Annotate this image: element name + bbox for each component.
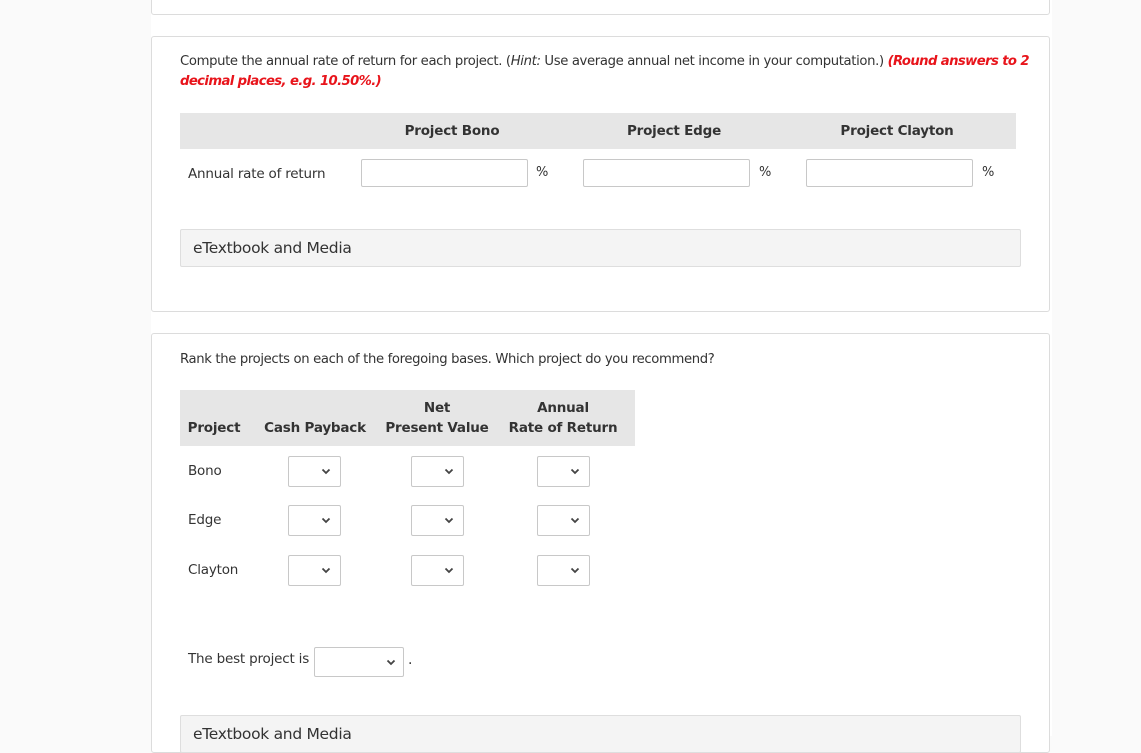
etextbook-media-label: eTextbook and Media <box>193 239 352 257</box>
clayton-rate-input[interactable] <box>806 159 973 187</box>
bono-cash-payback-select[interactable] <box>288 456 341 487</box>
chevron-down-icon <box>321 567 331 574</box>
bono-arr-select[interactable] <box>537 456 590 487</box>
hint-label: Hint: <box>510 54 541 69</box>
edge-arr-select[interactable] <box>537 505 590 536</box>
header-cash-payback: Cash Payback <box>264 420 366 436</box>
previous-question-card <box>151 0 1050 15</box>
row-label-edge: Edge <box>188 512 222 528</box>
hint-text: Use average annual net income in your co… <box>540 54 888 69</box>
bono-npv-select[interactable] <box>411 456 464 487</box>
edge-cash-payback-select[interactable] <box>288 505 341 536</box>
chevron-down-icon <box>321 517 331 524</box>
chevron-down-icon <box>386 659 396 666</box>
best-project-label: The best project is <box>188 651 310 667</box>
etextbook-media-label-2: eTextbook and Media <box>193 725 352 743</box>
prompt-text: Compute the annual rate of return for ea… <box>180 54 511 69</box>
annual-rate-prompt: Compute the annual rate of return for ea… <box>180 52 1030 92</box>
edge-npv-select[interactable] <box>411 505 464 536</box>
row-label-bono: Bono <box>188 463 222 479</box>
chevron-down-icon <box>444 567 454 574</box>
bono-percent-unit: % <box>536 165 549 180</box>
edge-rate-input[interactable] <box>583 159 750 187</box>
row-label-clayton: Clayton <box>188 562 239 578</box>
ranking-prompt: Rank the projects on each of the foregoi… <box>180 352 715 367</box>
ranking-table-header <box>180 390 635 446</box>
best-project-select[interactable] <box>314 647 404 677</box>
clayton-cash-payback-select[interactable] <box>288 555 341 586</box>
annual-rate-card: Compute the annual rate of return for ea… <box>151 36 1050 312</box>
chevron-down-icon <box>570 468 580 475</box>
chevron-down-icon <box>444 517 454 524</box>
header-arr-line2: Rate of Return <box>508 420 618 436</box>
header-arr-line1: Annual <box>537 400 589 416</box>
etextbook-media-button[interactable]: eTextbook and Media <box>180 229 1021 267</box>
chevron-down-icon <box>570 517 580 524</box>
column-header-clayton: Project Clayton <box>840 123 954 139</box>
clayton-npv-select[interactable] <box>411 555 464 586</box>
header-npv-line2: Present Value <box>385 420 489 436</box>
ranking-card: Rank the projects on each of the foregoi… <box>151 333 1050 753</box>
chevron-down-icon <box>570 567 580 574</box>
column-header-edge: Project Edge <box>626 123 722 139</box>
best-project-period: . <box>408 652 413 668</box>
header-project: Project <box>187 420 241 436</box>
header-npv-line1: Net <box>423 400 451 416</box>
edge-percent-unit: % <box>759 165 772 180</box>
clayton-percent-unit: % <box>982 165 995 180</box>
column-header-bono: Project Bono <box>404 123 500 139</box>
etextbook-media-button-2[interactable]: eTextbook and Media <box>180 715 1021 753</box>
chevron-down-icon <box>444 468 454 475</box>
bono-rate-input[interactable] <box>361 159 528 187</box>
row-label-annual-rate: Annual rate of return <box>188 166 326 182</box>
chevron-down-icon <box>321 468 331 475</box>
clayton-arr-select[interactable] <box>537 555 590 586</box>
